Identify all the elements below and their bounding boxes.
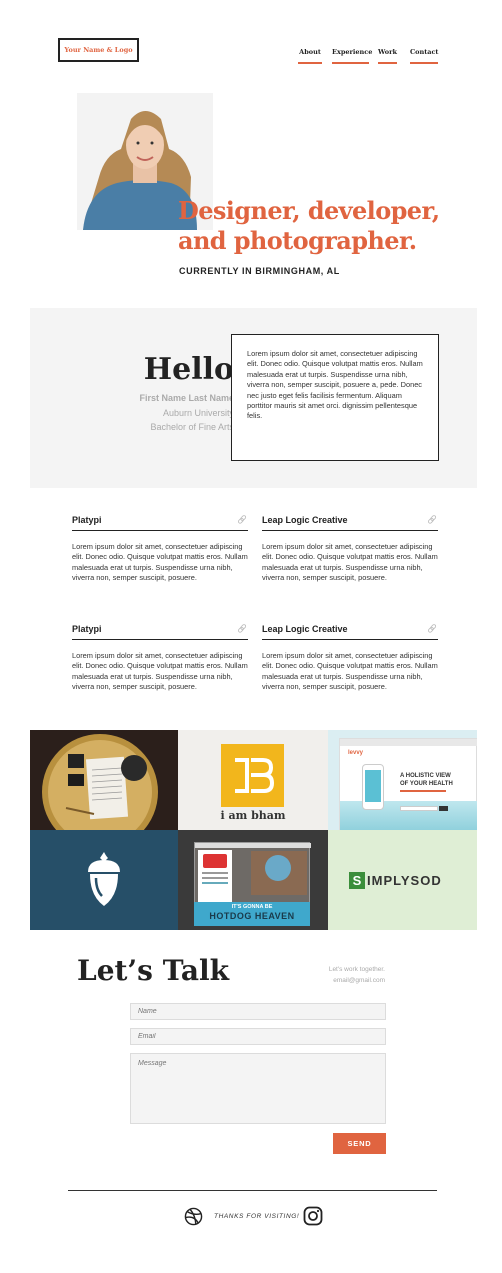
- nav-work[interactable]: Work: [378, 48, 397, 64]
- portfolio-tile-bham[interactable]: i am bham: [178, 730, 328, 830]
- nav-experience[interactable]: Experience: [332, 48, 372, 64]
- nav-contact[interactable]: Contact: [410, 48, 438, 64]
- about-school: Auburn University: [162, 408, 234, 418]
- experience-title: Leap Logic Creative: [262, 623, 348, 634]
- menu-card: [198, 850, 232, 908]
- experience-item: Platypi Lorem ipsum dolor sit amet, cons…: [72, 623, 248, 693]
- experience-title: Platypi: [72, 514, 102, 525]
- experience-title: Leap Logic Creative: [262, 514, 348, 525]
- experience-description: Lorem ipsum dolor sit amet, consectetuer…: [262, 542, 438, 583]
- about-bio: Lorem ipsum dolor sit amet, consectetuer…: [231, 334, 439, 461]
- bham-label: i am bham: [220, 809, 286, 822]
- experience-description: Lorem ipsum dolor sit amet, consectetuer…: [72, 542, 248, 583]
- simplysod-s: S: [349, 872, 365, 889]
- about-name: First Name Last Name: [139, 393, 234, 403]
- experience-description: Lorem ipsum dolor sit amet, consectetuer…: [262, 651, 438, 692]
- experience-item: Leap Logic Creative Lorem ipsum dolor si…: [262, 623, 438, 693]
- link-icon[interactable]: [237, 623, 248, 634]
- link-icon[interactable]: [237, 514, 248, 525]
- experience-description: Lorem ipsum dolor sit amet, consectetuer…: [72, 651, 248, 692]
- message-input[interactable]: [130, 1053, 386, 1124]
- phone-mockup: [362, 764, 384, 810]
- portfolio-tile-marble[interactable]: [30, 730, 178, 830]
- email-input[interactable]: [130, 1028, 386, 1045]
- acorn-logo: [88, 852, 120, 906]
- portfolio-tile-levvy[interactable]: levvy A HOLISTIC VIEW OF YOUR HEALTH: [328, 730, 477, 830]
- send-button[interactable]: SEND: [333, 1133, 386, 1154]
- instagram-icon[interactable]: [303, 1206, 323, 1226]
- link-icon[interactable]: [427, 514, 438, 525]
- dribbble-icon[interactable]: [184, 1207, 203, 1226]
- about-degree: Bachelor of Fine Arts: [150, 422, 234, 432]
- experience-item: Platypi Lorem ipsum dolor sit amet, cons…: [72, 514, 248, 584]
- name-input[interactable]: [130, 1003, 386, 1020]
- thanks-text: THANKS FOR VISITING!: [214, 1213, 300, 1220]
- hotdog-line-2: HOTDOG HEAVEN: [209, 911, 295, 921]
- experience-item: Leap Logic Creative Lorem ipsum dolor si…: [262, 514, 438, 584]
- link-icon[interactable]: [427, 623, 438, 634]
- portfolio-tile-hotdog[interactable]: IT'S GONNA BE HOTDOG HEAVEN: [178, 830, 328, 930]
- logo[interactable]: Your Name & Logo: [58, 38, 139, 62]
- bham-logo: [221, 744, 284, 807]
- contact-tagline: Let's work together.: [328, 966, 385, 973]
- experience-title: Platypi: [72, 623, 102, 634]
- hotdog-line-1: IT'S GONNA BE: [231, 904, 273, 910]
- footer-divider: [68, 1190, 437, 1191]
- contact-email[interactable]: email@gmail.com: [333, 977, 385, 984]
- location-text: CURRENTLY IN BIRMINGHAM, AL: [179, 266, 340, 276]
- hello-heading: Hello: [143, 352, 234, 387]
- levvy-headline: A HOLISTIC VIEW OF YOUR HEALTH: [400, 773, 453, 787]
- contact-heading: Let’s Talk: [77, 954, 230, 987]
- portfolio-tile-simplysod[interactable]: S IMPLYSOD: [328, 830, 477, 930]
- nav-about[interactable]: About: [298, 48, 322, 64]
- portfolio-tile-acorn[interactable]: [30, 830, 178, 930]
- levvy-brand: levvy: [348, 750, 364, 756]
- hero-headline: Designer, developer, and photographer.: [178, 196, 440, 255]
- simplysod-text: IMPLYSOD: [367, 873, 442, 888]
